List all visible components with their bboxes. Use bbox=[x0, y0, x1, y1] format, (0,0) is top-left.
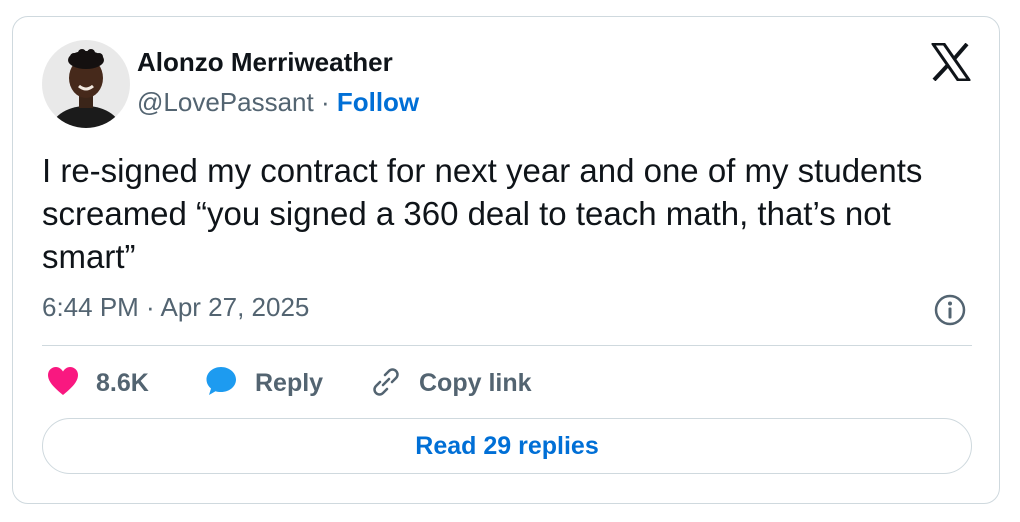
tweet-timestamp[interactable]: 6:44 PM · Apr 27, 2025 bbox=[42, 292, 309, 323]
reply-label: Reply bbox=[255, 368, 324, 397]
tweet-card: Alonzo Merriweather @LovePassant · Follo… bbox=[12, 16, 1000, 504]
handle-separator: · bbox=[313, 87, 337, 117]
link-icon bbox=[369, 365, 403, 402]
read-replies-button[interactable]: Read 29 replies bbox=[42, 418, 972, 474]
like-button[interactable]: 8.6K bbox=[46, 363, 149, 403]
tweet-text: I re-signed my contract for next year an… bbox=[42, 152, 923, 275]
heart-icon bbox=[46, 365, 80, 402]
x-logo-icon[interactable] bbox=[931, 42, 971, 82]
info-icon[interactable] bbox=[933, 293, 967, 327]
copy-link-label: Copy link bbox=[419, 368, 532, 397]
follow-button[interactable]: Follow bbox=[337, 87, 419, 117]
author-handle[interactable]: @LovePassant bbox=[137, 87, 314, 117]
divider bbox=[42, 345, 972, 346]
author-name[interactable]: Alonzo Merriweather bbox=[137, 47, 393, 78]
copy-link-button[interactable]: Copy link bbox=[369, 363, 532, 403]
avatar[interactable] bbox=[42, 40, 130, 128]
handle-row: @LovePassant · Follow bbox=[137, 87, 419, 118]
reply-button[interactable]: Reply bbox=[205, 363, 323, 403]
speech-bubble-icon bbox=[205, 365, 239, 402]
like-count: 8.6K bbox=[96, 368, 149, 397]
